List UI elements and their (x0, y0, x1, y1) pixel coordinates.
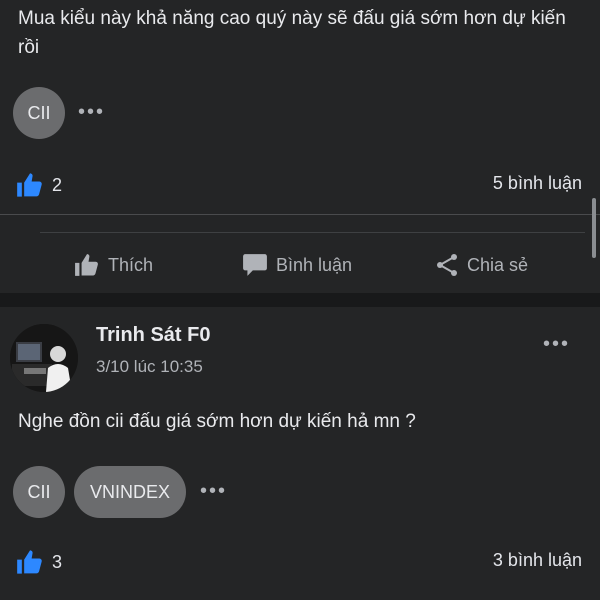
speech-bubble-icon (243, 254, 267, 276)
reaction-summary[interactable]: 3 (16, 547, 62, 577)
tag-chip-cii[interactable]: CII (13, 466, 65, 518)
comment-button[interactable]: Bình luận (242, 250, 352, 280)
reaction-summary[interactable]: 2 (16, 170, 62, 200)
author-name[interactable]: Trinh Sát F0 (96, 324, 210, 347)
divider (0, 214, 600, 215)
post-card: Trinh Sát F0 3/10 lúc 10:35 ••• Nghe đồn… (0, 307, 600, 600)
like-label: Thích (108, 254, 154, 275)
tag-chip-vnindex[interactable]: VNINDEX (74, 466, 186, 518)
thumbs-up-icon (17, 173, 42, 197)
share-icon (437, 254, 457, 276)
tag-chip-cii[interactable]: CII (13, 87, 65, 139)
like-count: 2 (52, 174, 63, 195)
avatar[interactable] (10, 324, 78, 392)
post-separator (0, 293, 600, 307)
scrollbar[interactable] (592, 198, 596, 258)
post-text: Nghe đồn cii đấu giá sớm hơn dự kiến hả … (18, 411, 416, 432)
more-tags-icon[interactable]: ••• (200, 481, 227, 501)
thumbs-up-icon (75, 254, 98, 276)
post-menu-icon[interactable]: ••• (543, 334, 570, 354)
comment-count-link[interactable]: 5 bình luận (493, 173, 582, 194)
like-count: 3 (52, 551, 63, 572)
thumbs-up-icon (17, 550, 42, 574)
post-text: Mua kiểu này khả năng cao quý này sẽ đấu… (18, 8, 566, 58)
share-button[interactable]: Chia sẻ (435, 250, 528, 280)
comment-label: Bình luận (276, 254, 353, 275)
comment-count-link[interactable]: 3 bình luận (493, 550, 582, 571)
divider (40, 232, 585, 233)
share-label: Chia sẻ (467, 254, 529, 275)
like-button[interactable]: Thích (74, 250, 153, 280)
post-card: Mua kiểu này khả năng cao quý này sẽ đấu… (0, 0, 600, 293)
avatar-image (10, 324, 78, 392)
more-tags-icon[interactable]: ••• (78, 102, 105, 122)
post-timestamp[interactable]: 3/10 lúc 10:35 (96, 357, 203, 377)
